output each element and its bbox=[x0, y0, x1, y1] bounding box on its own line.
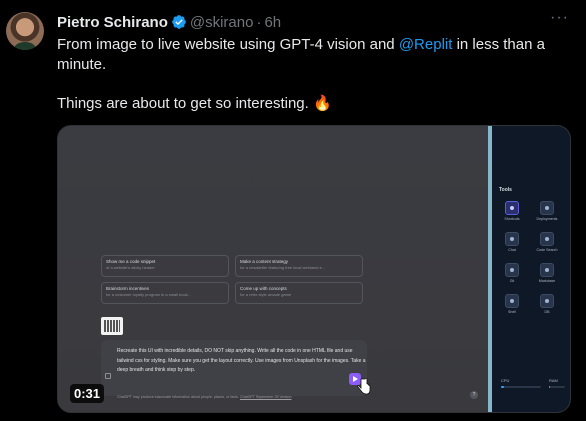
prompt-text: Recreate this UI with incredible details… bbox=[117, 348, 366, 373]
suggestion-title: Show me a code snippet bbox=[106, 259, 156, 264]
tool-deployments[interactable]: Deployments bbox=[532, 201, 562, 221]
ram-label: RAM bbox=[549, 378, 558, 383]
tweet-text-segment: in less than a bbox=[452, 36, 545, 53]
help-icon[interactable]: ? bbox=[470, 391, 478, 399]
tweet-text-line-3: Things are about to get so interesting. … bbox=[57, 95, 332, 112]
mention-link[interactable]: @Replit bbox=[399, 36, 453, 53]
tool-shell[interactable]: Shell bbox=[497, 294, 527, 314]
chat-icon bbox=[505, 232, 519, 246]
author-display-name[interactable]: Pietro Schirano bbox=[57, 14, 168, 31]
video-duration: 0:31 bbox=[70, 384, 105, 403]
suggestion-subtitle: for a customer loyalty program in a smal… bbox=[106, 292, 192, 297]
suggestion-card[interactable]: Brainstorm incentives for a customer loy… bbox=[101, 282, 229, 304]
attach-icon[interactable] bbox=[105, 373, 111, 379]
tool-label: Markdown bbox=[538, 279, 556, 283]
version-link[interactable]: ChatGPT September 25 Version bbox=[240, 395, 291, 399]
tool-label: Git bbox=[509, 279, 515, 283]
video-frame-content: Show me a code snippet of a website's st… bbox=[57, 125, 571, 413]
suggestion-card[interactable]: Come up with concepts for a retro style … bbox=[235, 282, 363, 304]
cpu-bar-fill bbox=[501, 386, 505, 388]
suggestion-title: Brainstorm incentives bbox=[106, 286, 150, 291]
disclaimer-text: ChatGPT may produce inaccurate informati… bbox=[117, 395, 291, 399]
shell-icon bbox=[505, 294, 519, 308]
suggestion-card[interactable]: Show me a code snippet of a website's st… bbox=[101, 255, 229, 277]
tool-label: Deployments bbox=[536, 217, 558, 221]
tweet-timestamp[interactable]: 6h bbox=[264, 14, 281, 31]
tool-code-search[interactable]: Code Search bbox=[532, 232, 562, 252]
author-handle[interactable]: @skirano bbox=[190, 14, 254, 31]
deployments-icon bbox=[540, 201, 554, 215]
shortcuts-icon bbox=[505, 201, 519, 215]
suggestion-subtitle: for a retro style arcade game bbox=[240, 292, 292, 297]
tool-markdown[interactable]: Markdown bbox=[532, 263, 562, 283]
ram-bar bbox=[549, 386, 565, 388]
tool-chat[interactable]: Chat bbox=[497, 232, 527, 252]
tool-git[interactable]: Git bbox=[497, 263, 527, 283]
tweet-text-line-2: minute. bbox=[57, 56, 107, 73]
separator-dot: · bbox=[256, 13, 262, 31]
cpu-label: CPU bbox=[501, 378, 510, 383]
markdown-icon bbox=[540, 263, 554, 277]
tool-label: Chat bbox=[508, 248, 516, 252]
resource-stats: CPU RAM bbox=[497, 378, 567, 394]
suggestion-subtitle: of a website's sticky header bbox=[106, 265, 155, 270]
author-avatar[interactable] bbox=[6, 12, 44, 50]
database-icon bbox=[540, 294, 554, 308]
more-horizontal-icon[interactable]: ··· bbox=[550, 10, 570, 28]
tool-label: Shell bbox=[508, 310, 516, 314]
code-search-icon bbox=[540, 232, 554, 246]
tweet-header: Pietro Schirano @skirano · 6h bbox=[57, 13, 281, 31]
tweet-text-segment: From image to live website using GPT-4 v… bbox=[57, 36, 399, 53]
git-icon bbox=[505, 263, 519, 277]
tools-title: Tools bbox=[499, 187, 512, 193]
attached-image-thumbnail bbox=[101, 317, 123, 335]
ram-bar-fill bbox=[549, 386, 550, 388]
tool-db[interactable]: DB bbox=[532, 294, 562, 314]
suggestion-title: Come up with concepts bbox=[240, 286, 287, 291]
cpu-bar bbox=[501, 386, 541, 388]
tweet-text-line-1: From image to live website using GPT-4 v… bbox=[57, 35, 545, 55]
suggestion-subtitle: for a newsletter featuring free local we… bbox=[240, 265, 326, 270]
tool-label: DB bbox=[544, 310, 550, 314]
tool-label: Code Search bbox=[536, 248, 558, 252]
tool-shortcuts[interactable]: Shortcuts bbox=[497, 201, 527, 221]
hand-cursor-icon bbox=[357, 378, 371, 395]
verified-badge-icon bbox=[172, 15, 186, 29]
suggestion-title: Make a content strategy bbox=[240, 259, 289, 264]
suggestion-card[interactable]: Make a content strategy for a newsletter… bbox=[235, 255, 363, 277]
tool-label: Shortcuts bbox=[504, 217, 520, 221]
disclaimer-body: ChatGPT may produce inaccurate informati… bbox=[117, 395, 239, 399]
